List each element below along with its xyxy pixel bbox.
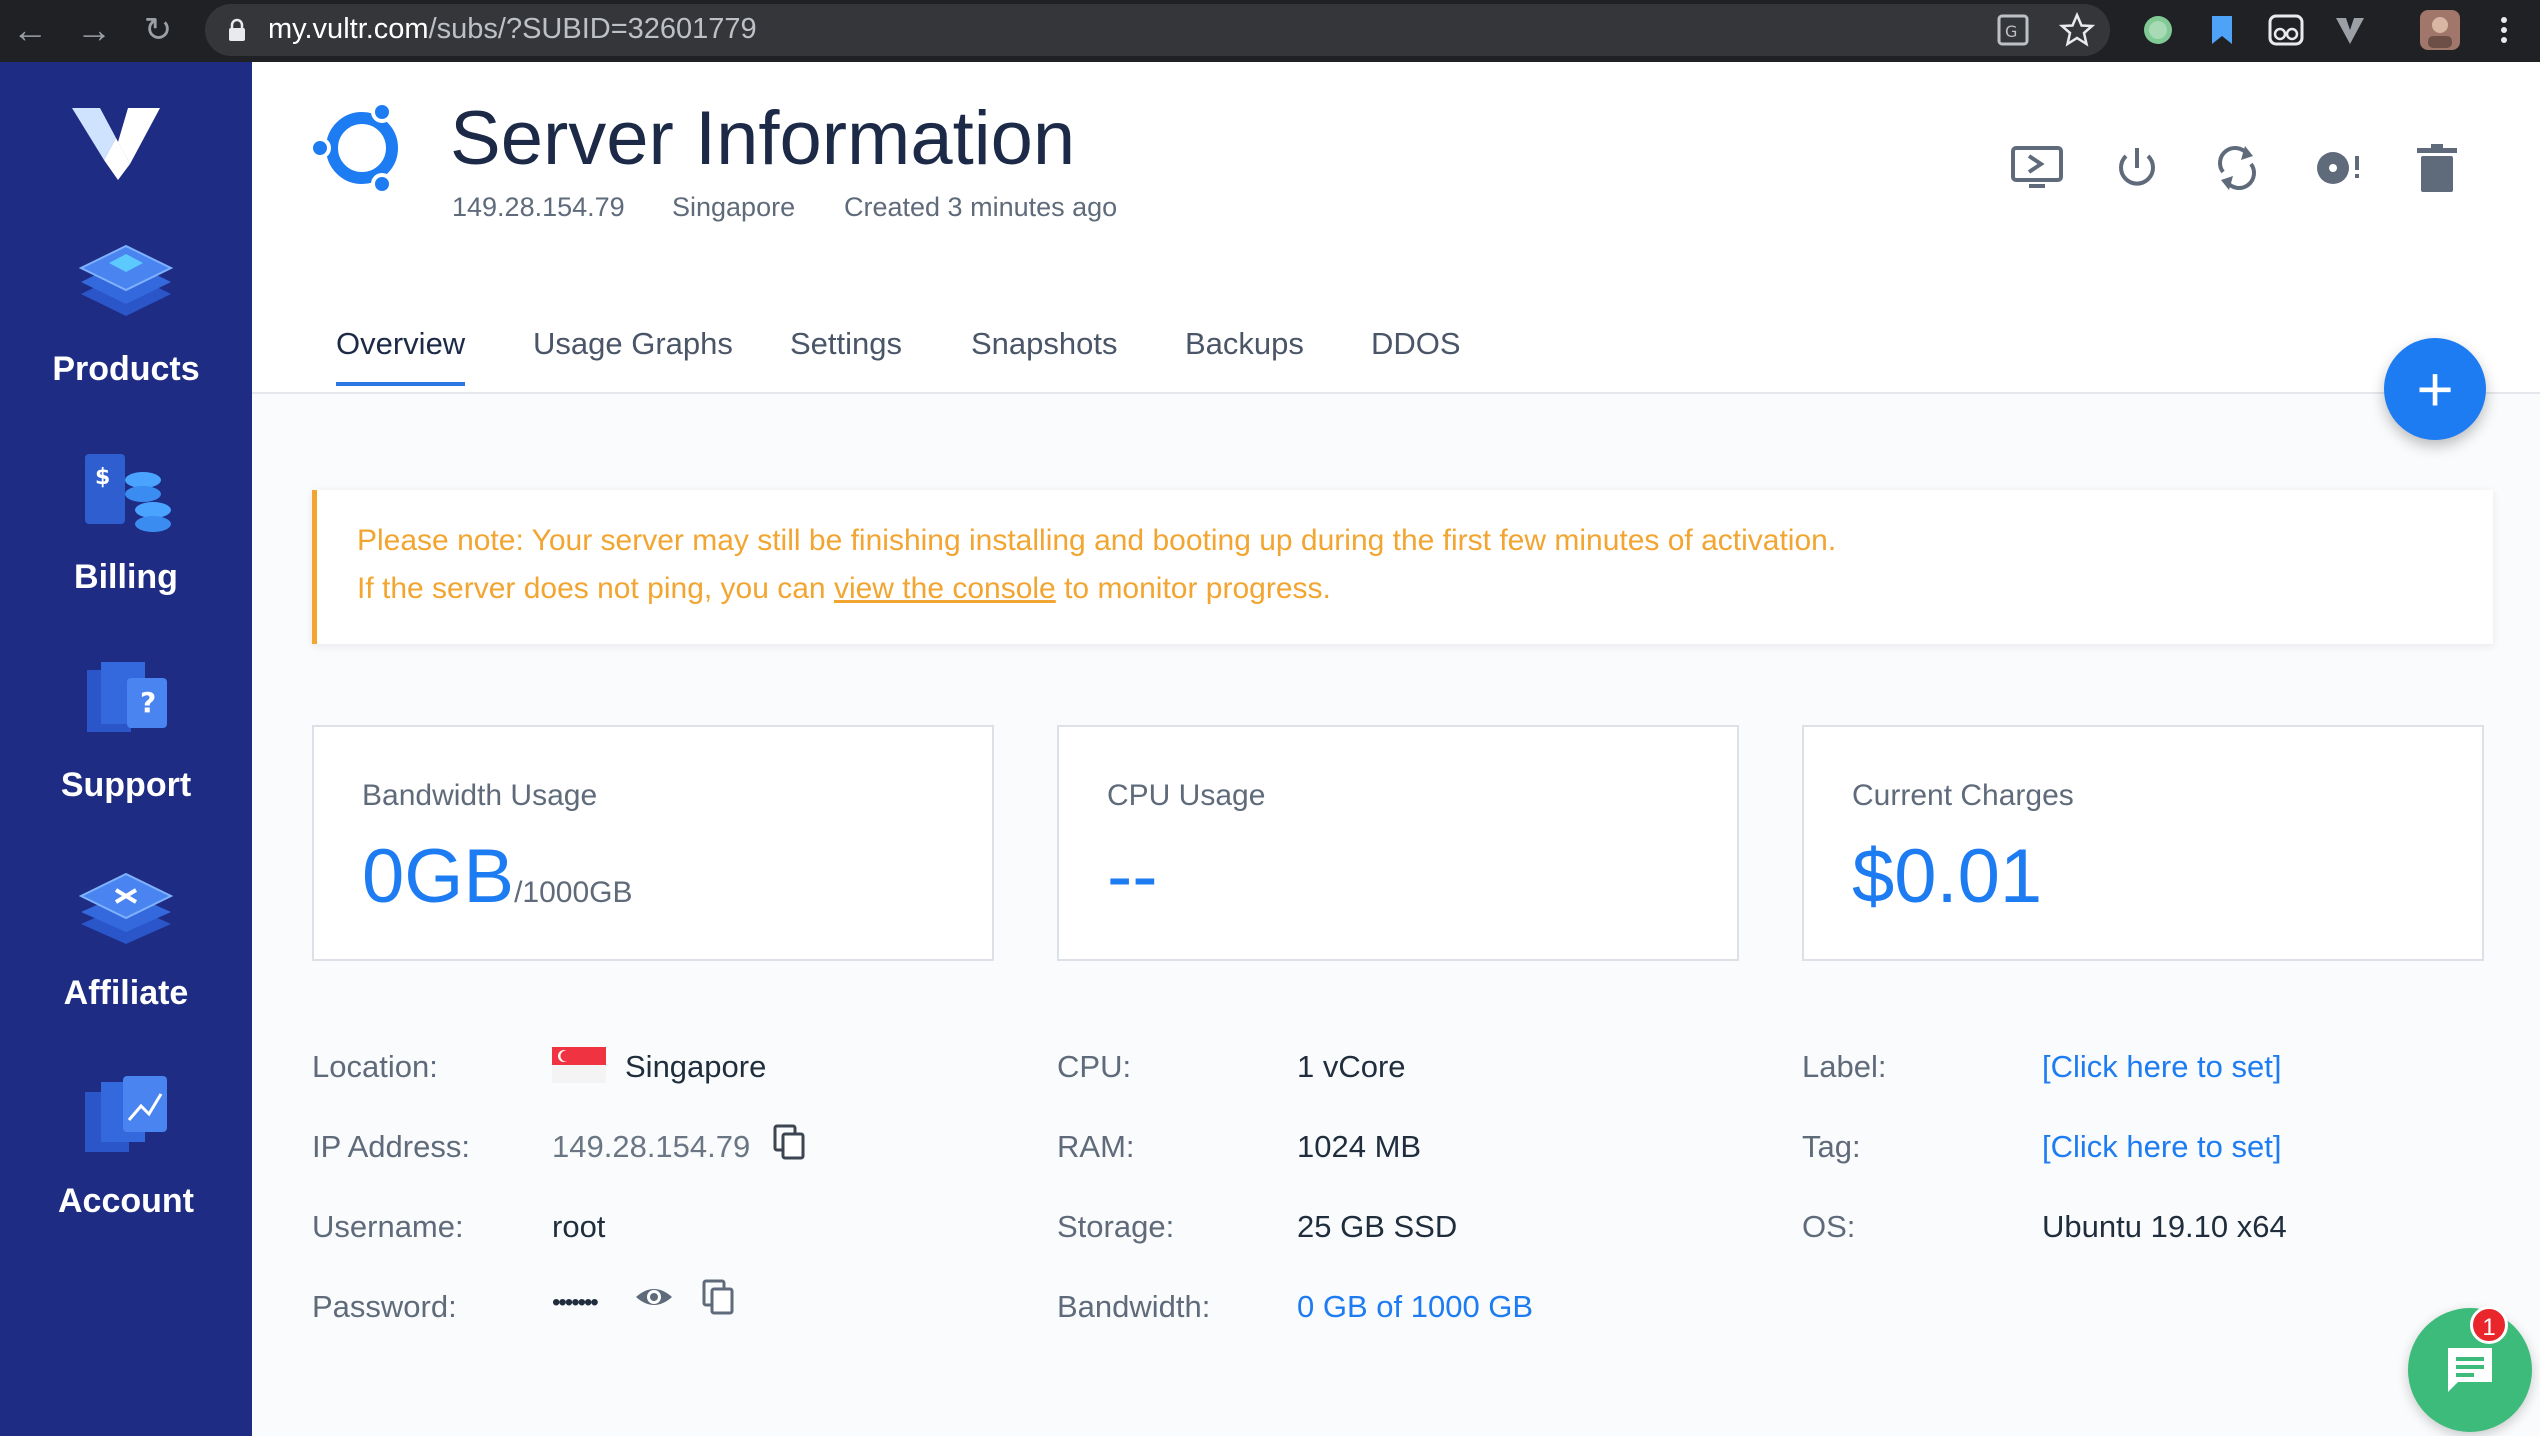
storage-value: 25 GB SSD (1297, 1209, 1458, 1244)
avatar[interactable] (2418, 8, 2462, 52)
username-value: root (552, 1209, 606, 1244)
vultr-extension-icon[interactable] (2330, 10, 2370, 50)
add-button[interactable]: + (2384, 338, 2486, 440)
account-icon (85, 1076, 167, 1152)
bandwidth-used: 0GB (362, 834, 515, 919)
sidebar-item-products[interactable]: Products (0, 232, 252, 389)
sidebar-item-affiliate[interactable]: Affiliate (0, 856, 252, 1013)
svg-text:G: G (2005, 22, 2017, 41)
bandwidth-usage-card: Bandwidth Usage 0GB/1000GB (312, 725, 994, 961)
svg-text:?: ? (140, 686, 156, 719)
reload-icon[interactable]: ↻ (138, 10, 178, 50)
eye-icon[interactable] (634, 1277, 674, 1317)
install-notice: Please note: Your server may still be fi… (312, 490, 2493, 644)
username-label: Username: (312, 1209, 464, 1244)
extension-circle-icon[interactable] (2138, 10, 2178, 50)
sidebar-item-label: Support (60, 766, 192, 804)
sidebar-item-label: Account (58, 1182, 194, 1220)
copy-icon[interactable] (769, 1122, 809, 1162)
extension-glasses-icon[interactable] (2266, 10, 2306, 50)
card-label: CPU Usage (1107, 779, 1266, 812)
password-value: ••••••• (552, 1289, 599, 1316)
header-ip: 149.28.154.79 (452, 192, 625, 222)
storage-label: Storage: (1057, 1209, 1175, 1244)
card-label: Current Charges (1852, 779, 2074, 812)
tag-label: Tag: (1802, 1129, 1861, 1164)
forward-icon[interactable]: → (74, 10, 114, 50)
support-icon: ? (87, 662, 167, 732)
tab-bar: Overview Usage Graphs Settings Snapshots… (252, 326, 2540, 394)
tab-overview[interactable]: Overview (336, 326, 466, 386)
power-icon[interactable] (2107, 138, 2167, 198)
trash-icon[interactable] (2407, 138, 2467, 198)
ubuntu-logo-icon (310, 101, 398, 195)
password-label: Password: (312, 1289, 457, 1324)
affiliate-icon (78, 872, 174, 944)
card-label: Bandwidth Usage (362, 779, 598, 812)
ip-address-value: 149.28.154.79 (552, 1129, 751, 1164)
cpu-label: CPU: (1057, 1049, 1132, 1084)
copy-password-icon[interactable] (698, 1277, 738, 1317)
sidebar-item-support[interactable]: ? Support (0, 648, 252, 805)
cpu-value: 1 vCore (1297, 1049, 1406, 1084)
restart-icon[interactable] (2207, 138, 2267, 198)
ram-label: RAM: (1057, 1129, 1135, 1164)
bandwidth-limit: /1000GB (514, 876, 633, 909)
bandwidth-link[interactable]: 0 GB of 1000 GB (1297, 1289, 1533, 1325)
notice-text: If the server does not ping, you can (357, 572, 834, 605)
browser-toolbar: ← → ↻ my.vultr.com/subs/?SUBID=32601779 … (0, 0, 2540, 62)
back-icon[interactable]: ← (10, 10, 50, 50)
set-label-link[interactable]: [Click here to set] (2042, 1049, 2281, 1085)
reinstall-icon[interactable] (2307, 138, 2367, 198)
location-label: Location: (312, 1049, 438, 1084)
chat-notification-badge: 1 (2470, 1306, 2508, 1344)
sidebar-item-label: Billing (74, 558, 178, 596)
bookmark-extension-icon[interactable] (2202, 10, 2242, 50)
svg-text:$: $ (95, 465, 110, 490)
sidebar-item-label: Products (52, 350, 200, 388)
page-title: Server Information (450, 96, 1076, 181)
card-value: $0.01 (1852, 834, 2043, 919)
ip-address-label: IP Address: (312, 1129, 470, 1164)
translate-icon[interactable]: G (1993, 10, 2033, 50)
menu-icon[interactable] (2484, 10, 2524, 50)
tab-backups[interactable]: Backups (1185, 326, 1304, 382)
sidebar-item-label: Affiliate (63, 974, 189, 1012)
chat-icon (2448, 1348, 2492, 1392)
ram-value: 1024 MB (1297, 1129, 1422, 1164)
cpu-usage-card: CPU Usage -- (1057, 725, 1739, 961)
os-label: OS: (1802, 1209, 1856, 1244)
tab-usage-graphs[interactable]: Usage Graphs (533, 326, 733, 382)
lock-icon (229, 18, 245, 41)
tab-snapshots[interactable]: Snapshots (971, 326, 1118, 382)
tab-ddos[interactable]: DDOS (1371, 326, 1461, 382)
card-value: -- (1107, 834, 1158, 919)
card-value: 0GB/1000GB (362, 833, 633, 920)
vultr-logo[interactable] (68, 102, 168, 182)
address-bar[interactable]: my.vultr.com/subs/?SUBID=32601779 G (205, 4, 2110, 56)
bandwidth-label: Bandwidth: (1057, 1289, 1211, 1324)
billing-icon: $ (85, 454, 171, 532)
tab-settings[interactable]: Settings (790, 326, 902, 382)
url-text: my.vultr.com/subs/?SUBID=32601779 (268, 13, 757, 45)
products-icon (78, 244, 174, 316)
header-location: Singapore (672, 192, 796, 222)
sidebar: Products $ Billing ? Support Affiliate A… (0, 62, 252, 1436)
singapore-flag-icon (552, 1047, 606, 1083)
set-tag-link[interactable]: [Click here to set] (2042, 1129, 2281, 1165)
current-charges-card: Current Charges $0.01 (1802, 725, 2484, 961)
sidebar-item-account[interactable]: Account (0, 1064, 252, 1221)
console-icon[interactable] (2007, 138, 2067, 198)
location-value: Singapore (625, 1049, 767, 1084)
label-label: Label: (1802, 1049, 1887, 1084)
header-created: Created 3 minutes ago (844, 192, 1118, 222)
notice-line-2: If the server does not ping, you can vie… (357, 572, 1331, 606)
notice-line-1: Please note: Your server may still be fi… (357, 524, 1837, 557)
view-console-link[interactable]: view the console (834, 572, 1056, 605)
star-icon[interactable] (2057, 10, 2097, 50)
notice-text: to monitor progress. (1055, 572, 1331, 605)
sidebar-item-billing[interactable]: $ Billing (0, 440, 252, 597)
os-value: Ubuntu 19.10 x64 (2042, 1209, 2287, 1244)
